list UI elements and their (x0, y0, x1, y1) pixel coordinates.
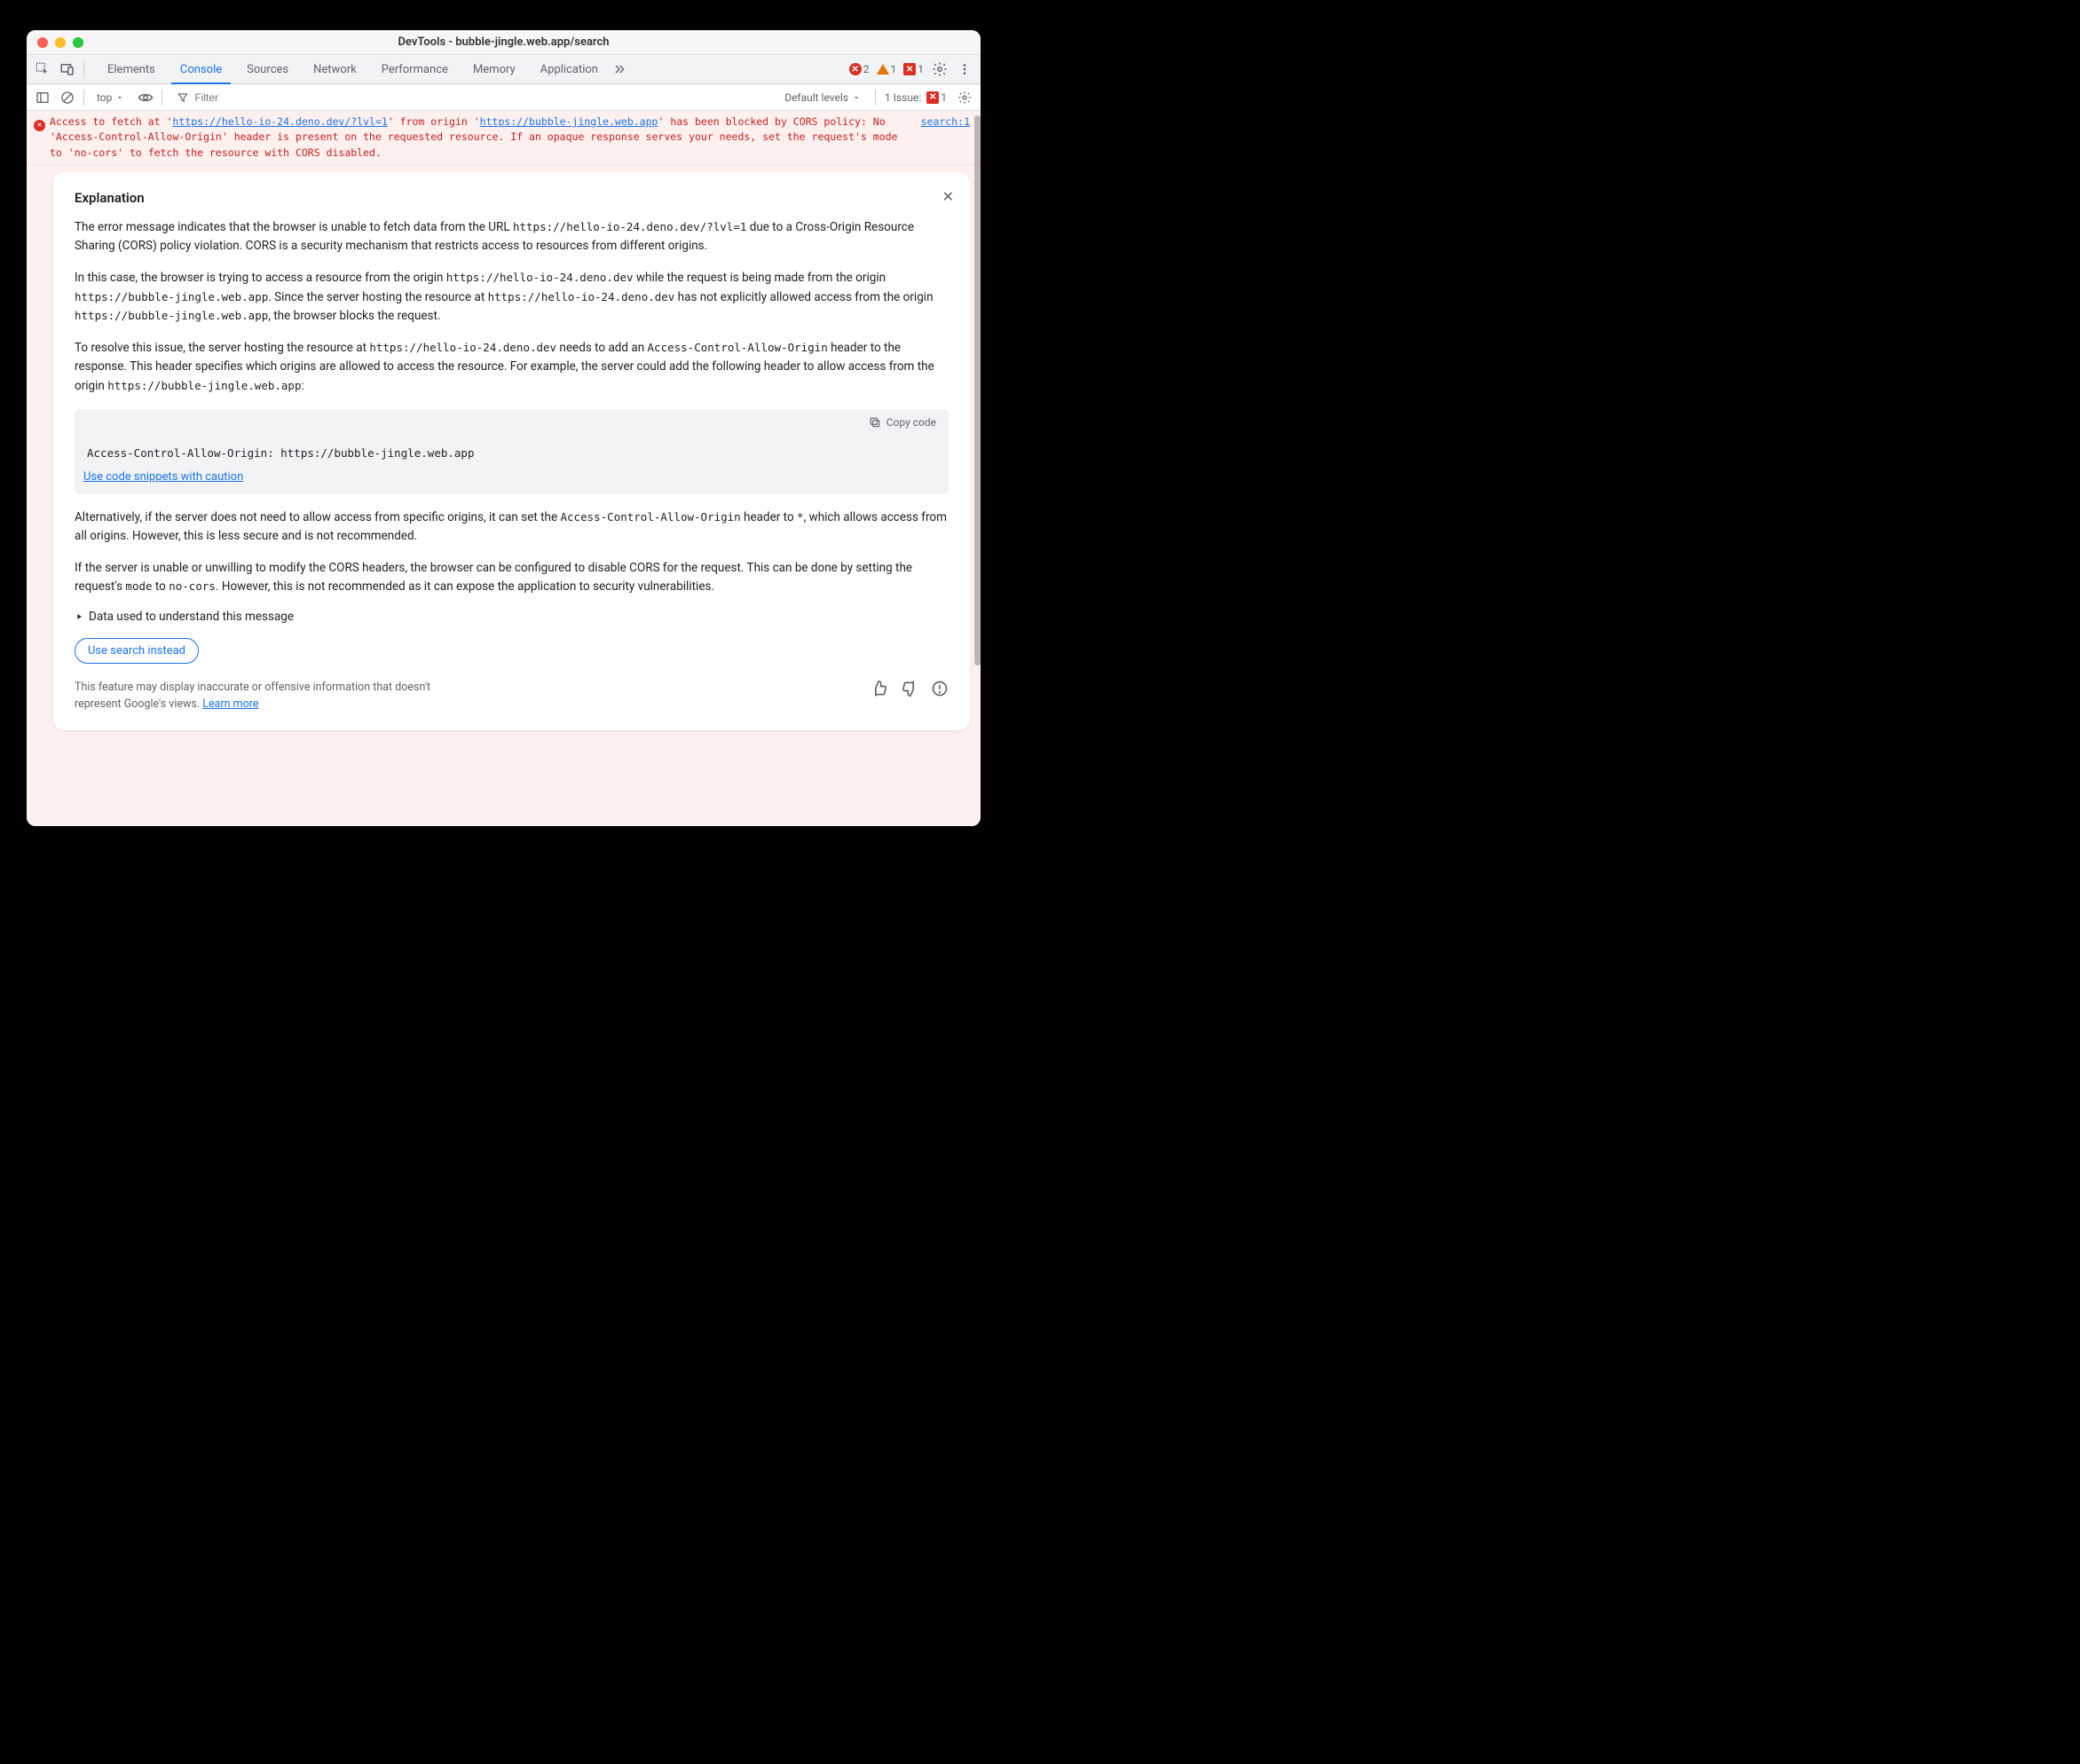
close-icon[interactable]: ✕ (942, 188, 954, 205)
explanation-paragraph: The error message indicates that the bro… (75, 218, 949, 256)
filter-icon (177, 91, 189, 104)
report-icon[interactable] (931, 680, 949, 701)
more-tabs-icon[interactable] (611, 60, 628, 78)
console-area: ✕ Access to fetch at 'https://hello-io-2… (27, 111, 981, 826)
error-url-1[interactable]: https://hello-io-24.deno.dev/?lvl=1 (172, 115, 387, 128)
minimize-window-button[interactable] (55, 37, 66, 48)
error-url-2[interactable]: https://bubble-jingle.web.app (480, 115, 658, 128)
chevron-down-icon (115, 93, 124, 102)
issue-count: 1 (941, 91, 947, 104)
levels-label: Default levels (784, 91, 848, 104)
tabs-bar: Elements Console Sources Network Perform… (27, 55, 981, 84)
filter-box (169, 90, 379, 106)
tab-network[interactable]: Network (301, 55, 369, 83)
explanation-paragraph: In this case, the browser is trying to a… (75, 269, 949, 327)
divider (875, 90, 876, 106)
window-title: DevTools - bubble-jingle.web.app/search (27, 35, 981, 49)
issue-icon: ✕ (903, 63, 916, 75)
error-count: 2 (863, 63, 870, 75)
more-menu-icon[interactable] (956, 60, 973, 78)
tabs-status-area: ✕ 2 1 ✕ 1 (849, 55, 981, 83)
context-label: top (97, 91, 112, 104)
tab-sources[interactable]: Sources (234, 55, 301, 83)
copy-code-label: Copy code (886, 416, 936, 429)
error-row-icon: ✕ (34, 114, 50, 161)
divider (83, 61, 84, 77)
issues-indicator[interactable]: 1 Issue: ✕ 1 (885, 91, 947, 104)
warning-count: 1 (891, 63, 897, 75)
thumbs-up-icon[interactable] (871, 680, 888, 701)
close-window-button[interactable] (37, 37, 48, 48)
tab-console[interactable]: Console (168, 55, 234, 83)
feedback-icons (871, 680, 949, 701)
explanation-paragraph: If the server is unable or unwilling to … (75, 559, 949, 597)
tab-memory[interactable]: Memory (461, 55, 528, 83)
devtools-window: DevTools - bubble-jingle.web.app/search … (27, 30, 981, 826)
tab-elements[interactable]: Elements (95, 55, 168, 83)
inspect-element-icon[interactable] (34, 60, 51, 78)
issue-tab-count: 1 (918, 63, 924, 75)
live-expression-icon[interactable] (137, 89, 154, 106)
copy-icon (869, 416, 881, 429)
error-icon: ✕ (849, 63, 862, 75)
error-badge[interactable]: ✕ 2 (849, 63, 870, 75)
triangle-right-icon (75, 612, 83, 621)
console-error-row[interactable]: ✕ Access to fetch at 'https://hello-io-2… (27, 111, 981, 165)
warning-icon (877, 64, 889, 75)
details-label: Data used to understand this message (89, 610, 294, 624)
toolbar-right: Default levels 1 Issue: ✕ 1 (779, 89, 973, 106)
error-source-link[interactable]: search:1 (921, 114, 970, 130)
explanation-footer: This feature may display inaccurate or o… (75, 680, 949, 713)
filter-input[interactable] (194, 91, 372, 104)
thumbs-down-icon[interactable] (901, 680, 918, 701)
scrollbar[interactable] (974, 115, 981, 665)
code-content: Access-Control-Allow-Origin: https://bub… (75, 436, 949, 467)
code-caution-link[interactable]: Use code snippets with caution (83, 470, 243, 484)
chevron-down-icon (852, 93, 861, 102)
console-toolbar: top Default levels 1 Issue: ✕ 1 (27, 84, 981, 111)
learn-more-link[interactable]: Learn more (202, 697, 258, 711)
explanation-card: ✕ Explanation The error message indicate… (53, 172, 970, 731)
disclaimer-text: This feature may display inaccurate or o… (75, 680, 474, 713)
titlebar: DevTools - bubble-jingle.web.app/search (27, 30, 981, 55)
context-selector[interactable]: top (91, 90, 130, 106)
issue-badge[interactable]: ✕ 1 (903, 63, 924, 75)
maximize-window-button[interactable] (73, 37, 83, 48)
explanation-title: Explanation (75, 190, 949, 206)
explanation-paragraph: Alternatively, if the server does not ne… (75, 508, 949, 547)
console-settings-icon[interactable] (956, 89, 973, 106)
tab-performance[interactable]: Performance (369, 55, 461, 83)
code-caution: Use code snippets with caution (75, 467, 949, 494)
tab-application[interactable]: Application (528, 55, 611, 83)
log-levels-selector[interactable]: Default levels (779, 90, 866, 106)
clear-console-icon[interactable] (59, 89, 76, 106)
error-message: Access to fetch at 'https://hello-io-24.… (50, 114, 973, 161)
copy-code-button[interactable]: Copy code (75, 409, 949, 436)
warning-badge[interactable]: 1 (877, 63, 897, 75)
divider (83, 90, 84, 106)
use-search-button[interactable]: Use search instead (75, 638, 199, 664)
code-block: Copy code Access-Control-Allow-Origin: h… (75, 409, 949, 494)
traffic-lights (37, 37, 83, 48)
sidebar-toggle-icon[interactable] (34, 89, 51, 106)
settings-gear-icon[interactable] (931, 60, 949, 78)
details-toggle[interactable]: Data used to understand this message (75, 610, 949, 624)
issue-label: 1 Issue: (885, 91, 921, 104)
tabs-left-tools (34, 55, 95, 83)
device-toolbar-icon[interactable] (59, 60, 76, 78)
explanation-paragraph: To resolve this issue, the server hostin… (75, 339, 949, 397)
issue-icon: ✕ (926, 91, 939, 104)
